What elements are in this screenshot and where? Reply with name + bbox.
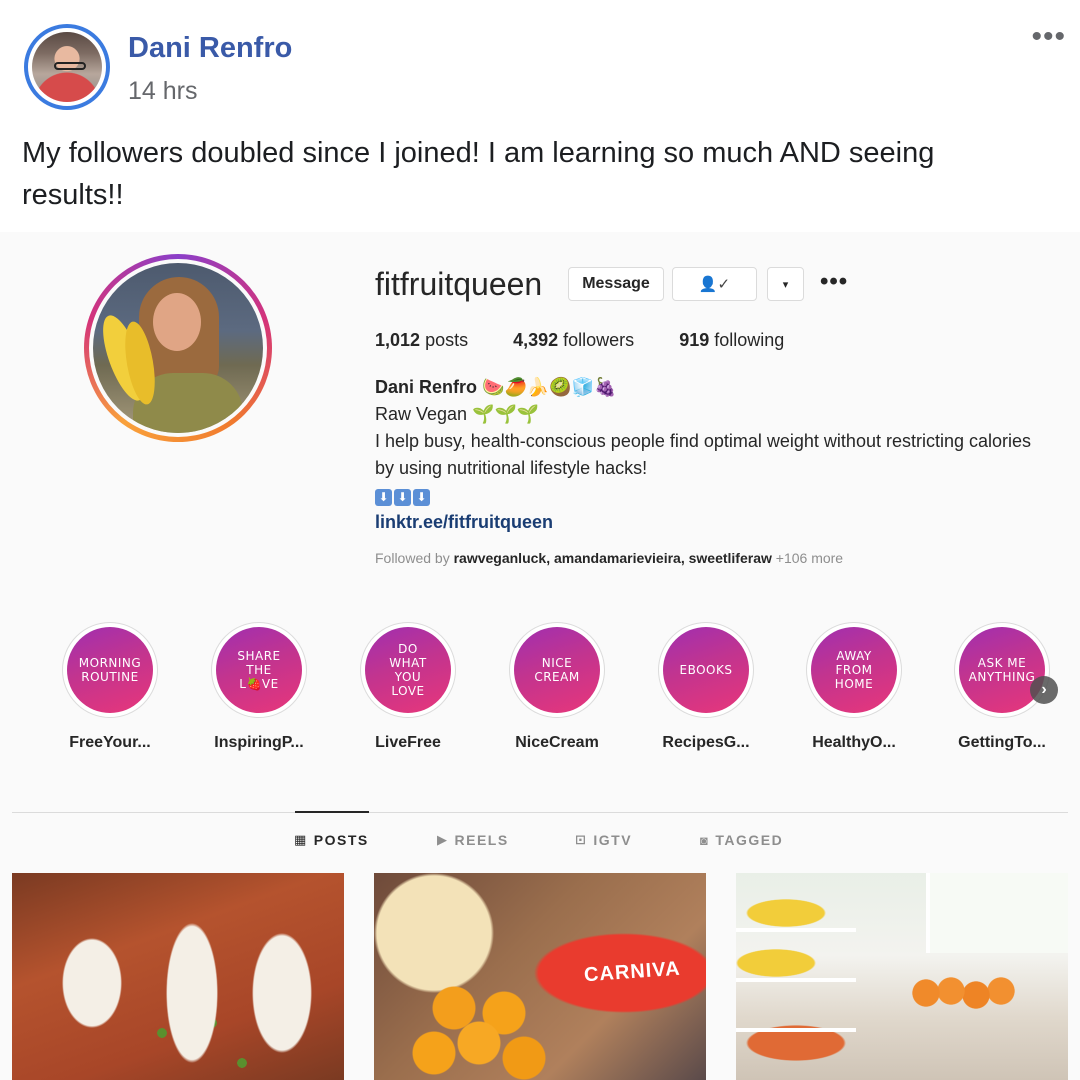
profile-stats: 1,012 posts 4,392 followers 919 followin… [375, 330, 829, 351]
highlight-label: InspiringP... [214, 734, 304, 751]
highlight-item[interactable]: EBOOKS RecipesG... [641, 622, 771, 752]
bio-line-2: I help busy, health-conscious people fin… [375, 431, 1032, 478]
profile-bio: Dani Renfro 🍉🥭🍌🥝🧊🍇 Raw Vegan 🌱🌱🌱 I help … [375, 374, 1055, 536]
highlight-label: FreeYour... [69, 734, 151, 751]
author-photo [32, 32, 102, 102]
bio-link[interactable]: linktr.ee/fitfruitqueen [375, 509, 1055, 536]
igtv-icon: ⊡ [575, 832, 588, 847]
following-button[interactable]: 👤✓ [672, 267, 757, 301]
post-timestamp[interactable]: 14 hrs [128, 77, 197, 106]
post-thumbnail[interactable] [736, 873, 1068, 1080]
highlight-label: LiveFree [375, 734, 441, 751]
profile-username: fitfruitqueen [375, 266, 543, 302]
highlight-label: GettingTo... [958, 734, 1046, 751]
highlight-item[interactable]: SHARE THE L🍓VE InspiringP... [194, 622, 324, 752]
bio-name: Dani Renfro [375, 377, 478, 397]
highlight-label: RecipesG... [662, 734, 750, 751]
profile-more-options-icon[interactable]: ••• [820, 268, 848, 296]
highlight-cover: ASK ME ANYTHING [959, 627, 1045, 713]
tab-reels[interactable]: ▶ REELS [437, 832, 509, 848]
highlight-cover: DO WHAT YOU LOVE [365, 627, 451, 713]
user-check-icon: 👤✓ [698, 276, 731, 293]
tab-tagged[interactable]: ◙ TAGGED [700, 832, 783, 848]
posts-stat: 1,012 posts [375, 330, 469, 350]
profile-photo [93, 263, 263, 433]
highlight-item[interactable]: MORNING ROUTINE FreeYour... [45, 622, 175, 752]
instagram-profile-screenshot: fitfruitqueen Message 👤✓ ▾ ••• 1,012 pos… [0, 232, 1080, 1080]
highlight-cover: EBOOKS [663, 627, 749, 713]
highlight-item[interactable]: DO WHAT YOU LOVE LiveFree [343, 622, 473, 752]
profile-avatar[interactable] [84, 254, 272, 442]
author-avatar[interactable] [24, 24, 110, 110]
suggestions-dropdown-button[interactable]: ▾ [767, 267, 804, 301]
highlight-cover: SHARE THE L🍓VE [216, 627, 302, 713]
post-thumbnail[interactable] [12, 873, 344, 1080]
highlight-item[interactable]: AWAY FROM HOME HealthyO... [789, 622, 919, 752]
highlight-cover: MORNING ROUTINE [67, 627, 153, 713]
post-header: Dani Renfro 14 hrs ••• My followers doub… [0, 0, 1080, 232]
profile-tabs: ▦ POSTS ▶ REELS ⊡ IGTV ◙ TAGGED [0, 832, 1080, 856]
tab-posts[interactable]: ▦ POSTS [294, 832, 369, 848]
active-tab-indicator [295, 811, 369, 813]
bio-line-1: Raw Vegan 🌱🌱🌱 [375, 404, 540, 424]
tab-igtv[interactable]: ⊡ IGTV [575, 832, 632, 848]
tabs-divider [12, 812, 1068, 813]
followers-stat[interactable]: 4,392 followers [513, 330, 634, 351]
bio-emojis: 🍉🥭🍌🥝🧊🍇 [482, 377, 617, 397]
highlight-cover: AWAY FROM HOME [811, 627, 897, 713]
product-label-text: CARNIVA [583, 957, 682, 987]
grid-icon: ▦ [294, 832, 308, 847]
highlight-cover: NICE CREAM [514, 627, 600, 713]
bio-name-line: Dani Renfro 🍉🥭🍌🥝🧊🍇 [375, 374, 1055, 401]
post-text: My followers doubled since I joined! I a… [22, 137, 935, 211]
following-stat[interactable]: 919 following [679, 330, 784, 351]
chevron-right-icon[interactable]: › [1030, 676, 1058, 704]
reels-icon: ▶ [437, 832, 449, 847]
story-highlights: MORNING ROUTINE FreeYour... SHARE THE L🍓… [0, 622, 1080, 762]
highlight-label: HealthyO... [812, 734, 896, 751]
author-name[interactable]: Dani Renfro [128, 32, 292, 65]
highlight-label: NiceCream [515, 734, 599, 751]
followed-by[interactable]: Followed by rawveganluck, amandamarievie… [375, 550, 843, 566]
more-options-icon[interactable]: ••• [1031, 20, 1066, 54]
down-arrows-icon: ⬇ ⬇ ⬇ [375, 489, 430, 506]
message-button[interactable]: Message [568, 267, 664, 301]
highlight-item[interactable]: NICE CREAM NiceCream [492, 622, 622, 752]
chevron-down-icon: ▾ [782, 278, 789, 291]
tagged-icon: ◙ [700, 832, 710, 848]
post-thumbnail[interactable]: CARNIVA [374, 873, 706, 1080]
